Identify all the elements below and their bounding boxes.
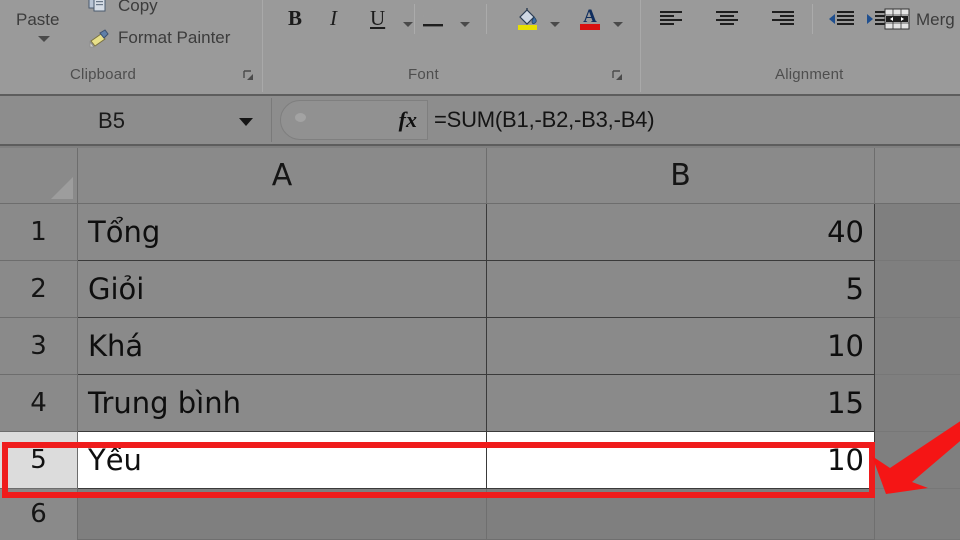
excel-window: Paste Copy Format Painter B I U A Merg C… bbox=[0, 0, 960, 540]
formula-bar-controls: fx bbox=[280, 100, 428, 140]
fill-color-dropdown-caret-icon[interactable] bbox=[550, 22, 560, 27]
column-header-b[interactable]: B bbox=[487, 148, 875, 204]
font-dialog-launcher-icon[interactable] bbox=[612, 70, 624, 82]
spreadsheet-grid: A B 1 Tổng 40 2 Giỏi 5 3 Khá 10 4 Trung … bbox=[0, 148, 960, 540]
cell-A6[interactable] bbox=[78, 489, 487, 540]
insert-function-icon[interactable]: fx bbox=[399, 107, 417, 133]
clipboard-dialog-launcher-icon[interactable] bbox=[243, 70, 255, 82]
column-header-c[interactable] bbox=[875, 148, 960, 204]
font-divider-2 bbox=[486, 4, 487, 34]
format-painter-button[interactable]: Format Painter bbox=[118, 28, 230, 48]
format-painter-icon bbox=[88, 28, 112, 48]
align-center-icon[interactable] bbox=[716, 10, 740, 28]
alignment-divider bbox=[812, 4, 813, 34]
row-header-2[interactable]: 2 bbox=[0, 261, 78, 318]
formula-bar: B5 fx =SUM(B1,-B2,-B3,-B4) bbox=[0, 96, 960, 146]
row-header-6[interactable]: 6 bbox=[0, 489, 78, 540]
select-all-triangle-icon bbox=[51, 177, 73, 199]
name-box-value: B5 bbox=[98, 108, 125, 133]
borders-icon[interactable] bbox=[422, 8, 444, 28]
row-header-5[interactable]: 5 bbox=[0, 432, 78, 489]
cell-C1[interactable] bbox=[875, 204, 960, 261]
ribbon-body: Paste Copy Format Painter B I U A Merg bbox=[0, 0, 960, 64]
underline-button[interactable]: U bbox=[370, 6, 385, 31]
fill-color-icon[interactable] bbox=[515, 6, 541, 32]
ribbon-group-labels: Clipboard Font Alignment bbox=[0, 62, 960, 94]
column-header-a[interactable]: A bbox=[78, 148, 487, 204]
cell-C5[interactable] bbox=[875, 432, 960, 489]
formula-bar-collapse-icon[interactable] bbox=[295, 113, 306, 122]
bold-button[interactable]: B bbox=[288, 6, 302, 31]
cell-A3[interactable]: Khá bbox=[78, 318, 487, 375]
svg-text:A: A bbox=[583, 6, 597, 27]
name-box[interactable]: B5 bbox=[0, 98, 272, 142]
merge-and-center-icon[interactable] bbox=[884, 8, 910, 30]
group-label-clipboard: Clipboard bbox=[70, 66, 137, 83]
paste-button[interactable]: Paste bbox=[16, 10, 59, 30]
cell-B5[interactable]: 10 bbox=[487, 432, 875, 489]
font-color-icon[interactable]: A bbox=[578, 4, 602, 32]
cell-C2[interactable] bbox=[875, 261, 960, 318]
cell-A2[interactable]: Giỏi bbox=[78, 261, 487, 318]
paste-dropdown-caret-icon[interactable] bbox=[38, 36, 50, 42]
copy-button[interactable]: Copy bbox=[118, 0, 158, 16]
cell-C6[interactable] bbox=[875, 489, 960, 540]
formula-input[interactable]: =SUM(B1,-B2,-B3,-B4) bbox=[434, 100, 954, 140]
group-label-font: Font bbox=[408, 66, 439, 83]
align-right-icon[interactable] bbox=[772, 10, 796, 28]
select-all-button[interactable] bbox=[0, 148, 78, 204]
row-header-4[interactable]: 4 bbox=[0, 375, 78, 432]
decrease-indent-icon[interactable] bbox=[828, 10, 854, 28]
group-label-alignment: Alignment bbox=[775, 66, 844, 83]
font-color-dropdown-caret-icon[interactable] bbox=[613, 22, 623, 27]
underline-dropdown-caret-icon[interactable] bbox=[403, 22, 413, 27]
cell-B2[interactable]: 5 bbox=[487, 261, 875, 318]
cell-B3[interactable]: 10 bbox=[487, 318, 875, 375]
cell-B1[interactable]: 40 bbox=[487, 204, 875, 261]
name-box-dropdown-caret-icon[interactable] bbox=[239, 118, 253, 126]
italic-button[interactable]: I bbox=[330, 6, 337, 31]
copy-icon bbox=[88, 0, 108, 12]
cell-C4[interactable] bbox=[875, 375, 960, 432]
row-header-3[interactable]: 3 bbox=[0, 318, 78, 375]
cell-B6[interactable] bbox=[487, 489, 875, 540]
font-divider bbox=[414, 4, 415, 34]
cell-C3[interactable] bbox=[875, 318, 960, 375]
cell-A4[interactable]: Trung bình bbox=[78, 375, 487, 432]
borders-dropdown-caret-icon[interactable] bbox=[460, 22, 470, 27]
ribbon: Paste Copy Format Painter B I U A Merg C… bbox=[0, 0, 960, 96]
row-header-1[interactable]: 1 bbox=[0, 204, 78, 261]
merge-and-center-button[interactable]: Merg bbox=[916, 10, 955, 30]
align-left-icon[interactable] bbox=[660, 10, 684, 28]
cell-B4[interactable]: 15 bbox=[487, 375, 875, 432]
cell-A1[interactable]: Tổng bbox=[78, 204, 487, 261]
cell-A5[interactable]: Yếu bbox=[78, 432, 487, 489]
